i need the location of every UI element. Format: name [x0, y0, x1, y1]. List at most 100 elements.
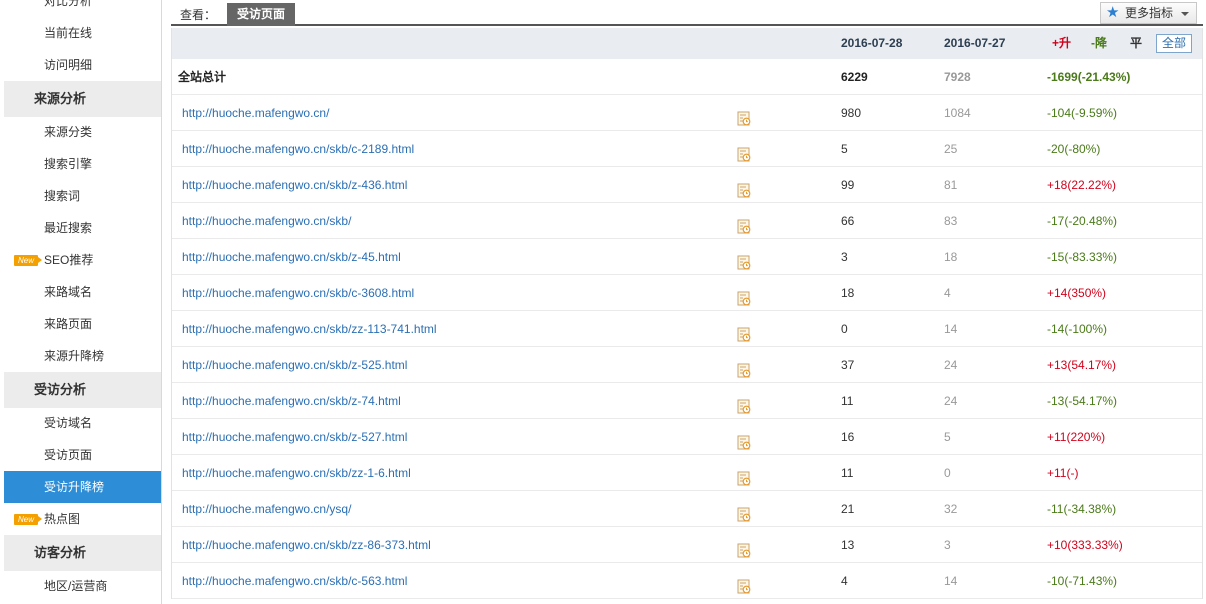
sidebar-item[interactable]: 受访升降榜: [4, 471, 161, 503]
sidebar-item-label: 来路域名: [44, 285, 93, 299]
page-url-link[interactable]: http://huoche.mafengwo.cn/skb/c-2189.htm…: [182, 131, 414, 167]
table-header: 2016-07-28 2016-07-27 +升 -降 平 全部: [172, 28, 1202, 59]
page-url-link[interactable]: http://huoche.mafengwo.cn/skb/z-525.html: [182, 347, 407, 383]
sidebar-item-label: 当前在线: [44, 26, 93, 40]
sidebar-item-label: 受访页面: [44, 448, 93, 462]
sidebar-item[interactable]: 受访域名: [4, 407, 161, 439]
sidebar-group-header: 受访分析: [4, 372, 161, 408]
value-current: 37: [841, 358, 855, 372]
table-body: http://huoche.mafengwo.cn/980 1084 -104(-9…: [172, 95, 1202, 599]
page-url-link[interactable]: http://huoche.mafengwo.cn/skb/zz-1-6.htm…: [182, 455, 411, 491]
page-url-link[interactable]: http://huoche.mafengwo.cn/skb/zz-86-373.…: [182, 527, 431, 563]
star-icon: ★: [1106, 4, 1120, 21]
sidebar-item[interactable]: 来源分类: [4, 116, 161, 148]
sidebar-item[interactable]: New 热点图: [4, 503, 161, 535]
sidebar-item[interactable]: 受访页面: [4, 439, 161, 471]
change-value: +11(220%): [1047, 430, 1106, 444]
page-url-link[interactable]: http://huoche.mafengwo.cn/skb/: [182, 203, 351, 239]
history-clock-icon[interactable]: [737, 537, 751, 558]
table-row: http://huoche.mafengwo.cn/skb/66 83 -17(-2…: [172, 203, 1202, 239]
page-url-link[interactable]: http://huoche.mafengwo.cn/skb/z-436.html: [182, 167, 407, 203]
change-value: +11(-): [1047, 466, 1079, 480]
value-current: 18: [841, 286, 855, 300]
filter-all-button[interactable]: 全部: [1156, 34, 1193, 53]
sidebar-item[interactable]: 来路域名: [4, 276, 161, 308]
sidebar-item[interactable]: 搜索引擎: [4, 148, 161, 180]
sidebar-item-label: SEO推荐: [44, 253, 94, 267]
sidebar-nav: 对比分析 当前在线 访问明细 来源分析 来源分类 搜索引擎 搜索词 最近搜索 New SEO推荐…: [4, 0, 162, 604]
sidebar-item[interactable]: 访问明细: [4, 49, 161, 81]
total-row: 全站总计 6229 7928 -1699(-21.43%): [172, 59, 1202, 95]
table-row: http://huoche.mafengwo.cn/skb/z-436.html…: [172, 167, 1202, 203]
page-url-link[interactable]: http://huoche.mafengwo.cn/skb/z-45.html: [182, 239, 401, 275]
value-current: 0: [841, 322, 848, 336]
value-current: 16: [841, 430, 855, 444]
history-clock-icon[interactable]: [737, 573, 751, 594]
sidebar-item[interactable]: New SEO推荐: [4, 244, 161, 276]
history-clock-icon[interactable]: [737, 141, 751, 162]
sidebar-item[interactable]: 地区/运营商: [4, 570, 161, 602]
change-value: -17(-20.48%): [1047, 214, 1118, 228]
history-clock-icon[interactable]: [737, 465, 751, 486]
change-value: -10(-71.43%): [1047, 574, 1118, 588]
sidebar-item-label: 最近搜索: [44, 221, 93, 235]
history-clock-icon[interactable]: [737, 393, 751, 414]
sidebar-item[interactable]: 搜索词: [4, 180, 161, 212]
chevron-down-icon: [1181, 12, 1189, 16]
history-clock-icon[interactable]: [737, 249, 751, 270]
change-value: -13(-54.17%): [1047, 394, 1118, 408]
sidebar-item[interactable]: 来路页面: [4, 308, 161, 340]
history-clock-icon[interactable]: [737, 105, 751, 126]
history-clock-icon[interactable]: [737, 357, 751, 378]
page-url-link[interactable]: http://huoche.mafengwo.cn/skb/c-3608.htm…: [182, 275, 414, 311]
history-clock-icon[interactable]: [737, 429, 751, 450]
value-previous: 25: [944, 142, 958, 156]
total-label: 全站总计: [178, 70, 227, 84]
sidebar-item-label: 受访升降榜: [44, 480, 105, 494]
filter-down-button[interactable]: -降: [1091, 28, 1107, 59]
more-metrics-button[interactable]: ★ 更多指标: [1100, 2, 1197, 24]
sidebar-item-label: 受访域名: [44, 416, 93, 430]
sidebar-item[interactable]: 最近搜索: [4, 212, 161, 244]
history-clock-icon[interactable]: [737, 321, 751, 342]
view-label: 查看：: [180, 8, 217, 22]
page-url-link[interactable]: http://huoche.mafengwo.cn/skb/zz-113-741…: [182, 311, 437, 347]
filter-flat-button[interactable]: 平: [1130, 28, 1142, 59]
header-date-current[interactable]: 2016-07-28: [841, 28, 902, 59]
value-previous: 24: [944, 394, 958, 408]
sidebar-item-cutoff[interactable]: 对比分析: [44, 0, 92, 9]
history-clock-icon[interactable]: [737, 501, 751, 522]
sidebar-item-label: 热点图: [44, 512, 81, 526]
page-url-link[interactable]: http://huoche.mafengwo.cn/: [182, 95, 329, 131]
sidebar-item[interactable]: 当前在线: [4, 17, 161, 49]
more-metrics-label: 更多指标: [1125, 6, 1174, 20]
history-clock-icon[interactable]: [737, 285, 751, 306]
header-date-previous[interactable]: 2016-07-27: [944, 28, 1005, 59]
value-previous: 14: [944, 574, 958, 588]
sidebar-group-header: 访客分析: [4, 535, 161, 571]
change-value: +13(54.17%): [1047, 358, 1117, 372]
total-change: -1699(-21.43%): [1047, 70, 1131, 84]
table-row: http://huoche.mafengwo.cn/skb/zz-1-6.htm…: [172, 455, 1202, 491]
sidebar-item[interactable]: 来源升降榜: [4, 340, 161, 372]
new-badge: New: [14, 255, 42, 266]
table-row: http://huoche.mafengwo.cn/ysq/21 32 -11(-3…: [172, 491, 1202, 527]
page-url-link[interactable]: http://huoche.mafengwo.cn/skb/c-563.html: [182, 563, 407, 599]
history-clock-icon[interactable]: [737, 177, 751, 198]
page-url-link[interactable]: http://huoche.mafengwo.cn/skb/z-527.html: [182, 419, 407, 455]
page-url-link[interactable]: http://huoche.mafengwo.cn/skb/z-74.html: [182, 383, 401, 419]
filter-up-button[interactable]: +升: [1052, 28, 1071, 59]
history-clock-icon[interactable]: [737, 213, 751, 234]
sidebar-item-label: 访问明细: [44, 58, 93, 72]
table-row: http://huoche.mafengwo.cn/skb/z-74.html 1…: [172, 383, 1202, 419]
value-previous: 24: [944, 358, 958, 372]
value-current: 980: [841, 106, 862, 120]
tab-visited-pages[interactable]: 受访页面: [227, 3, 295, 26]
value-previous: 81: [944, 178, 958, 192]
main-content: 查看： 受访页面 ★ 更多指标 2016-07-28 2016-07-27 +升…: [171, 0, 1203, 604]
page-url-link[interactable]: http://huoche.mafengwo.cn/ysq/: [182, 491, 351, 527]
value-current: 66: [841, 214, 855, 228]
value-current: 11: [841, 466, 854, 480]
value-previous: 1084: [944, 106, 971, 120]
change-value: -20(-80%): [1047, 142, 1101, 156]
